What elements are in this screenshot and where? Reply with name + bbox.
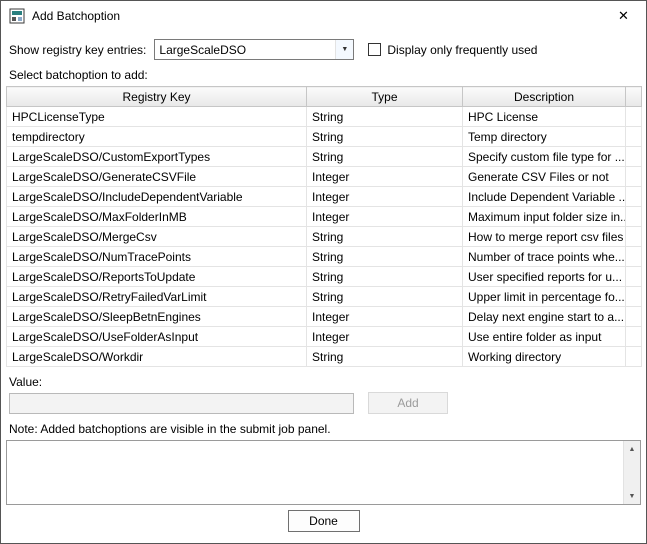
column-header-description[interactable]: Description — [462, 86, 626, 107]
cell-registry-key: LargeScaleDSO/MergeCsv — [6, 226, 307, 247]
cell-description: Include Dependent Variable ... — [462, 186, 626, 207]
checkbox-box[interactable] — [368, 43, 382, 56]
cell-description: Specify custom file type for ... — [462, 146, 626, 167]
close-button[interactable]: ✕ — [601, 1, 646, 31]
table-row[interactable]: LargeScaleDSO/MergeCsv String How to mer… — [6, 226, 642, 247]
app-icon — [9, 8, 25, 24]
registry-entries-dropdown[interactable]: LargeScaleDSO ▼ — [154, 39, 355, 60]
cell-description: Delay next engine start to a... — [462, 306, 626, 327]
cell-registry-key: LargeScaleDSO/NumTracePoints — [6, 246, 307, 267]
cell-registry-key: LargeScaleDSO/UseFolderAsInput — [6, 326, 307, 347]
cell-description: Generate CSV Files or not — [462, 166, 626, 187]
registry-controls-row: Show registry key entries: LargeScaleDSO… — [9, 39, 641, 60]
table-row[interactable]: LargeScaleDSO/SleepBetnEngines Integer D… — [6, 306, 642, 327]
table-row[interactable]: LargeScaleDSO/MaxFolderInMB Integer Maxi… — [6, 206, 642, 227]
cell-type: Integer — [306, 206, 463, 227]
cell-description: Number of trace points whe... — [462, 246, 626, 267]
cell-type: String — [306, 266, 463, 287]
cell-registry-key: LargeScaleDSO/IncludeDependentVariable — [6, 186, 307, 207]
cell-gutter — [625, 326, 642, 347]
table-row[interactable]: LargeScaleDSO/Workdir String Working dir… — [6, 346, 642, 367]
cell-gutter — [625, 106, 642, 127]
cell-registry-key: tempdirectory — [6, 126, 307, 147]
added-batchoptions-panel[interactable]: ▲ ▼ — [6, 440, 641, 505]
column-header-registry-key[interactable]: Registry Key — [6, 86, 307, 107]
cell-description: User specified reports for u... — [462, 266, 626, 287]
add-batchoption-dialog: Add Batchoption ✕ Show registry key entr… — [0, 0, 647, 544]
scrollbar-gutter-header — [625, 86, 642, 107]
table-body: HPCLicenseType String HPC License tempdi… — [6, 106, 642, 367]
table-row[interactable]: tempdirectory String Temp directory — [6, 126, 642, 147]
select-batchoption-label: Select batchoption to add: — [9, 68, 148, 82]
cell-gutter — [625, 306, 642, 327]
table-header-row: Registry Key Type Description — [6, 86, 642, 107]
cell-type: String — [306, 286, 463, 307]
done-button[interactable]: Done — [287, 510, 360, 532]
cell-description: How to merge report csv files — [462, 226, 626, 247]
cell-type: String — [306, 346, 463, 367]
value-row: Add — [9, 392, 641, 414]
note-label: Note: Added batchoptions are visible in … — [9, 422, 331, 436]
cell-description: Maximum input folder size in... — [462, 206, 626, 227]
chevron-down-icon[interactable]: ▼ — [335, 40, 354, 59]
frequently-used-label: Display only frequently used — [387, 42, 538, 57]
cell-type: String — [306, 146, 463, 167]
value-input[interactable] — [9, 392, 354, 414]
cell-registry-key: LargeScaleDSO/Workdir — [6, 346, 307, 367]
cell-gutter — [625, 246, 642, 267]
table-row[interactable]: LargeScaleDSO/ReportsToUpdate String Use… — [6, 266, 642, 287]
cell-gutter — [625, 346, 642, 367]
cell-type: String — [306, 226, 463, 247]
registry-entries-label: Show registry key entries: — [9, 42, 147, 57]
cell-type: Integer — [306, 166, 463, 187]
batchoption-table: Registry Key Type Description HPCLicense… — [6, 86, 642, 367]
table-row[interactable]: LargeScaleDSO/UseFolderAsInput Integer U… — [6, 326, 642, 347]
cell-registry-key: HPCLicenseType — [6, 106, 307, 127]
frequently-used-checkbox[interactable]: Display only frequently used — [368, 43, 537, 57]
cell-gutter — [625, 266, 642, 287]
cell-gutter — [625, 286, 642, 307]
cell-type: String — [306, 126, 463, 147]
cell-gutter — [625, 226, 642, 247]
table-row[interactable]: LargeScaleDSO/IncludeDependentVariable I… — [6, 186, 642, 207]
registry-entries-value: LargeScaleDSO — [159, 42, 247, 57]
cell-type: String — [306, 246, 463, 267]
cell-gutter — [625, 126, 642, 147]
footer: Done — [6, 505, 641, 537]
cell-registry-key: LargeScaleDSO/CustomExportTypes — [6, 146, 307, 167]
cell-gutter — [625, 186, 642, 207]
cell-type: Integer — [306, 326, 463, 347]
column-header-type[interactable]: Type — [306, 86, 463, 107]
cell-type: Integer — [306, 186, 463, 207]
cell-type: String — [306, 106, 463, 127]
cell-description: Upper limit in percentage fo... — [462, 286, 626, 307]
add-button[interactable]: Add — [368, 392, 448, 414]
titlebar: Add Batchoption ✕ — [1, 1, 646, 31]
cell-registry-key: LargeScaleDSO/RetryFailedVarLimit — [6, 286, 307, 307]
cell-registry-key: LargeScaleDSO/ReportsToUpdate — [6, 266, 307, 287]
table-row[interactable]: LargeScaleDSO/GenerateCSVFile Integer Ge… — [6, 166, 642, 187]
cell-registry-key: LargeScaleDSO/MaxFolderInMB — [6, 206, 307, 227]
cell-gutter — [625, 146, 642, 167]
cell-registry-key: LargeScaleDSO/SleepBetnEngines — [6, 306, 307, 327]
cell-description: Use entire folder as input — [462, 326, 626, 347]
cell-gutter — [625, 166, 642, 187]
panel-scrollbar[interactable]: ▲ ▼ — [623, 441, 640, 504]
table-row[interactable]: LargeScaleDSO/CustomExportTypes String S… — [6, 146, 642, 167]
cell-description: HPC License — [462, 106, 626, 127]
table-row[interactable]: LargeScaleDSO/RetryFailedVarLimit String… — [6, 286, 642, 307]
table-row[interactable]: HPCLicenseType String HPC License — [6, 106, 642, 127]
window-title: Add Batchoption — [32, 9, 121, 23]
cell-description: Temp directory — [462, 126, 626, 147]
cell-registry-key: LargeScaleDSO/GenerateCSVFile — [6, 166, 307, 187]
scroll-down-icon[interactable]: ▼ — [624, 488, 640, 504]
cell-description: Working directory — [462, 346, 626, 367]
cell-gutter — [625, 206, 642, 227]
value-label: Value: — [9, 375, 43, 389]
cell-type: Integer — [306, 306, 463, 327]
scroll-up-icon[interactable]: ▲ — [624, 441, 640, 457]
dialog-body: Show registry key entries: LargeScaleDSO… — [1, 31, 646, 543]
table-row[interactable]: LargeScaleDSO/NumTracePoints String Numb… — [6, 246, 642, 267]
